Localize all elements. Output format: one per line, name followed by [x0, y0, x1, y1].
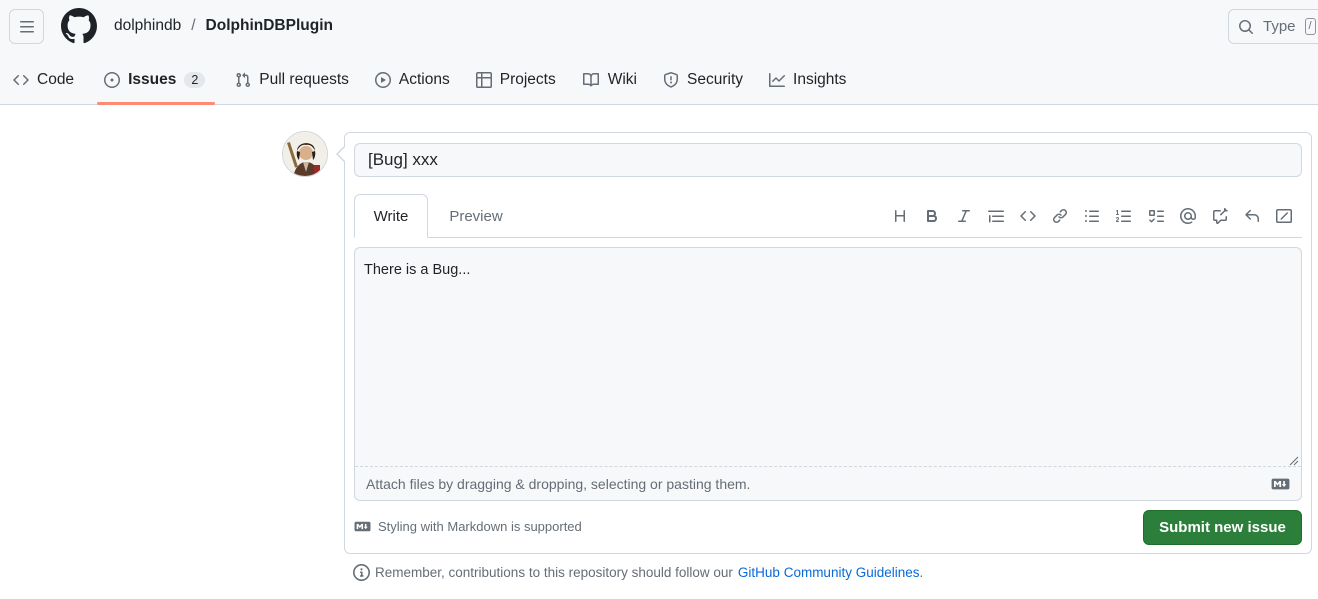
selected-tab-indicator — [97, 102, 215, 105]
code-icon — [13, 74, 29, 86]
book-icon — [582, 72, 599, 87]
tab-issues[interactable]: Issues 2 — [91, 58, 218, 102]
attach-files-bar[interactable]: Attach files by dragging & dropping, sel… — [355, 466, 1301, 500]
tab-insights-label: Insights — [793, 71, 847, 88]
tab-issues-label: Issues — [128, 71, 177, 88]
tab-pull-requests[interactable]: Pull requests — [222, 58, 362, 102]
mention-icon — [1180, 208, 1196, 224]
contribution-guideline-note: Remember, contributions to this reposito… — [353, 564, 923, 581]
markdown-icon — [354, 521, 371, 532]
breadcrumb-repo-link[interactable]: DolphinDBPlugin — [206, 17, 333, 35]
link-button[interactable] — [1044, 204, 1076, 228]
info-icon — [353, 564, 370, 581]
heading-icon — [895, 210, 905, 222]
repo-tabs: Code Issues 2 Pull requests Actions Proj… — [0, 58, 859, 104]
reply-icon — [1245, 209, 1259, 222]
submit-new-issue-button[interactable]: Submit new issue — [1143, 510, 1302, 545]
tab-write[interactable]: Write — [354, 194, 428, 238]
link-icon — [1052, 208, 1068, 224]
italic-icon — [958, 210, 970, 222]
tab-projects[interactable]: Projects — [463, 58, 569, 102]
markdown-supported-note[interactable]: Styling with Markdown is supported — [354, 519, 582, 534]
git-pull-request-icon — [236, 72, 251, 88]
resize-handle-icon[interactable] — [1289, 456, 1299, 466]
tab-code-label: Code — [37, 71, 75, 88]
community-guidelines-link[interactable]: GitHub Community Guidelines — [738, 565, 920, 580]
issues-count-badge: 2 — [184, 72, 206, 88]
tab-security-label: Security — [687, 71, 744, 88]
heading-button[interactable] — [884, 204, 916, 228]
menu-button[interactable] — [9, 9, 44, 44]
guideline-period: . — [919, 565, 924, 580]
tasklist-icon — [1149, 210, 1164, 223]
bold-icon — [927, 210, 938, 222]
search-shortcut-key: / — [1304, 18, 1316, 35]
tab-wiki-label: Wiki — [607, 71, 638, 88]
search-placeholder: Type — [1263, 18, 1296, 35]
markdown-toolbar — [884, 204, 1300, 228]
quote-button[interactable] — [980, 204, 1012, 228]
code-button[interactable] — [1012, 204, 1044, 228]
breadcrumb: dolphindb / DolphinDBPlugin — [114, 17, 333, 35]
unordered-list-button[interactable] — [1076, 204, 1108, 228]
tab-security[interactable]: Security — [650, 58, 756, 102]
avatar[interactable] — [282, 131, 328, 177]
play-icon — [374, 72, 391, 88]
code-icon — [1020, 210, 1036, 222]
hamburger-icon — [19, 20, 34, 32]
tab-actions-label: Actions — [398, 71, 450, 88]
ordered-list-button[interactable] — [1108, 204, 1140, 228]
tab-pull-requests-label: Pull requests — [259, 71, 349, 88]
issue-body-text: There is a Bug... — [364, 262, 471, 278]
issue-body-textarea[interactable]: There is a Bug... Attach files by draggi… — [354, 247, 1302, 501]
guideline-text: Remember, contributions to this reposito… — [375, 565, 733, 580]
table-icon — [475, 72, 492, 88]
tab-code[interactable]: Code — [0, 58, 87, 102]
slash-command-icon — [1276, 209, 1292, 223]
markdown-icon — [1271, 478, 1290, 490]
reply-button[interactable] — [1236, 204, 1268, 228]
tab-actions[interactable]: Actions — [362, 58, 463, 102]
quote-icon — [988, 210, 1004, 223]
issue-title-input[interactable] — [354, 143, 1302, 177]
tab-projects-label: Projects — [499, 71, 556, 88]
unordered-list-icon — [1085, 210, 1099, 222]
tab-preview[interactable]: Preview — [436, 194, 516, 238]
repo-header: dolphindb / DolphinDBPlugin Type / Code … — [0, 0, 1318, 105]
italic-button[interactable] — [948, 204, 980, 228]
tasklist-button[interactable] — [1140, 204, 1172, 228]
attach-files-text: Attach files by dragging & dropping, sel… — [366, 475, 751, 492]
breadcrumb-owner-link[interactable]: dolphindb — [114, 17, 181, 35]
bold-button[interactable] — [916, 204, 948, 228]
slash-command-button[interactable] — [1268, 204, 1300, 228]
issue-opened-icon — [104, 72, 121, 88]
cross-reference-button[interactable] — [1204, 204, 1236, 228]
tab-insights[interactable]: Insights — [756, 58, 859, 102]
breadcrumb-separator: / — [191, 17, 196, 34]
search-input[interactable]: Type / — [1228, 9, 1318, 44]
ordered-list-icon — [1116, 210, 1131, 222]
comment-pointer-inner — [338, 147, 345, 161]
github-logo-icon[interactable] — [61, 8, 97, 44]
search-icon — [1239, 19, 1254, 34]
mention-button[interactable] — [1172, 204, 1204, 228]
shield-icon — [664, 72, 679, 88]
cross-reference-icon — [1213, 208, 1228, 224]
markdown-note-text: Styling with Markdown is supported — [378, 519, 582, 534]
tab-wiki[interactable]: Wiki — [569, 58, 650, 102]
graph-icon — [769, 73, 786, 87]
